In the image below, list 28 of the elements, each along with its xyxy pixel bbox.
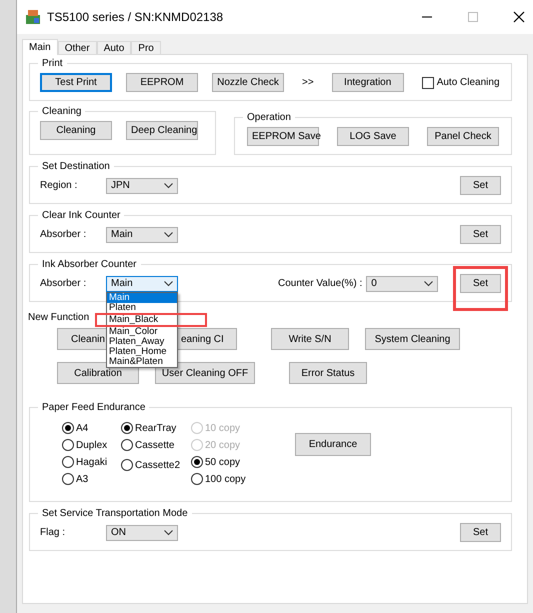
- separator-text: >>: [302, 77, 314, 88]
- radio-label: Cassette2: [135, 460, 180, 470]
- group-title: Set Service Transportation Mode: [41, 508, 189, 519]
- radio-label: Hagaki: [76, 456, 108, 468]
- radio-label: 20 copy: [205, 440, 240, 450]
- radio-label: Duplex: [76, 440, 108, 450]
- radio-label: RearTray: [135, 422, 176, 434]
- radio-label: Cassette: [135, 440, 174, 450]
- group-title: Operation: [246, 112, 292, 123]
- radio-label: 100 copy: [205, 474, 246, 484]
- group-title: Cleaning: [41, 106, 82, 117]
- checkbox-label: Auto Cleaning: [436, 77, 500, 88]
- group-title: Print: [41, 58, 64, 69]
- radio-label: 50 copy: [205, 456, 240, 468]
- field-label: Absorber :: [40, 229, 88, 240]
- window-title: TS5100 series / SN:KNMD02138: [47, 10, 224, 24]
- group-title: Clear Ink Counter: [41, 210, 122, 221]
- group-title: Ink Absorber Counter: [41, 259, 138, 270]
- field-label: Counter Value(%) :: [278, 278, 362, 289]
- field-label: Flag :: [40, 527, 66, 538]
- field-label: Absorber :: [40, 278, 88, 289]
- radio-label: A3: [76, 474, 88, 484]
- field-label: Region :: [40, 180, 78, 191]
- radio-label: 10 copy: [205, 422, 240, 434]
- section-title: New Function: [28, 312, 90, 323]
- group-title: Paper Feed Endurance: [41, 402, 146, 413]
- radio-label: A4: [76, 422, 88, 434]
- group-title: Set Destination: [41, 161, 111, 172]
